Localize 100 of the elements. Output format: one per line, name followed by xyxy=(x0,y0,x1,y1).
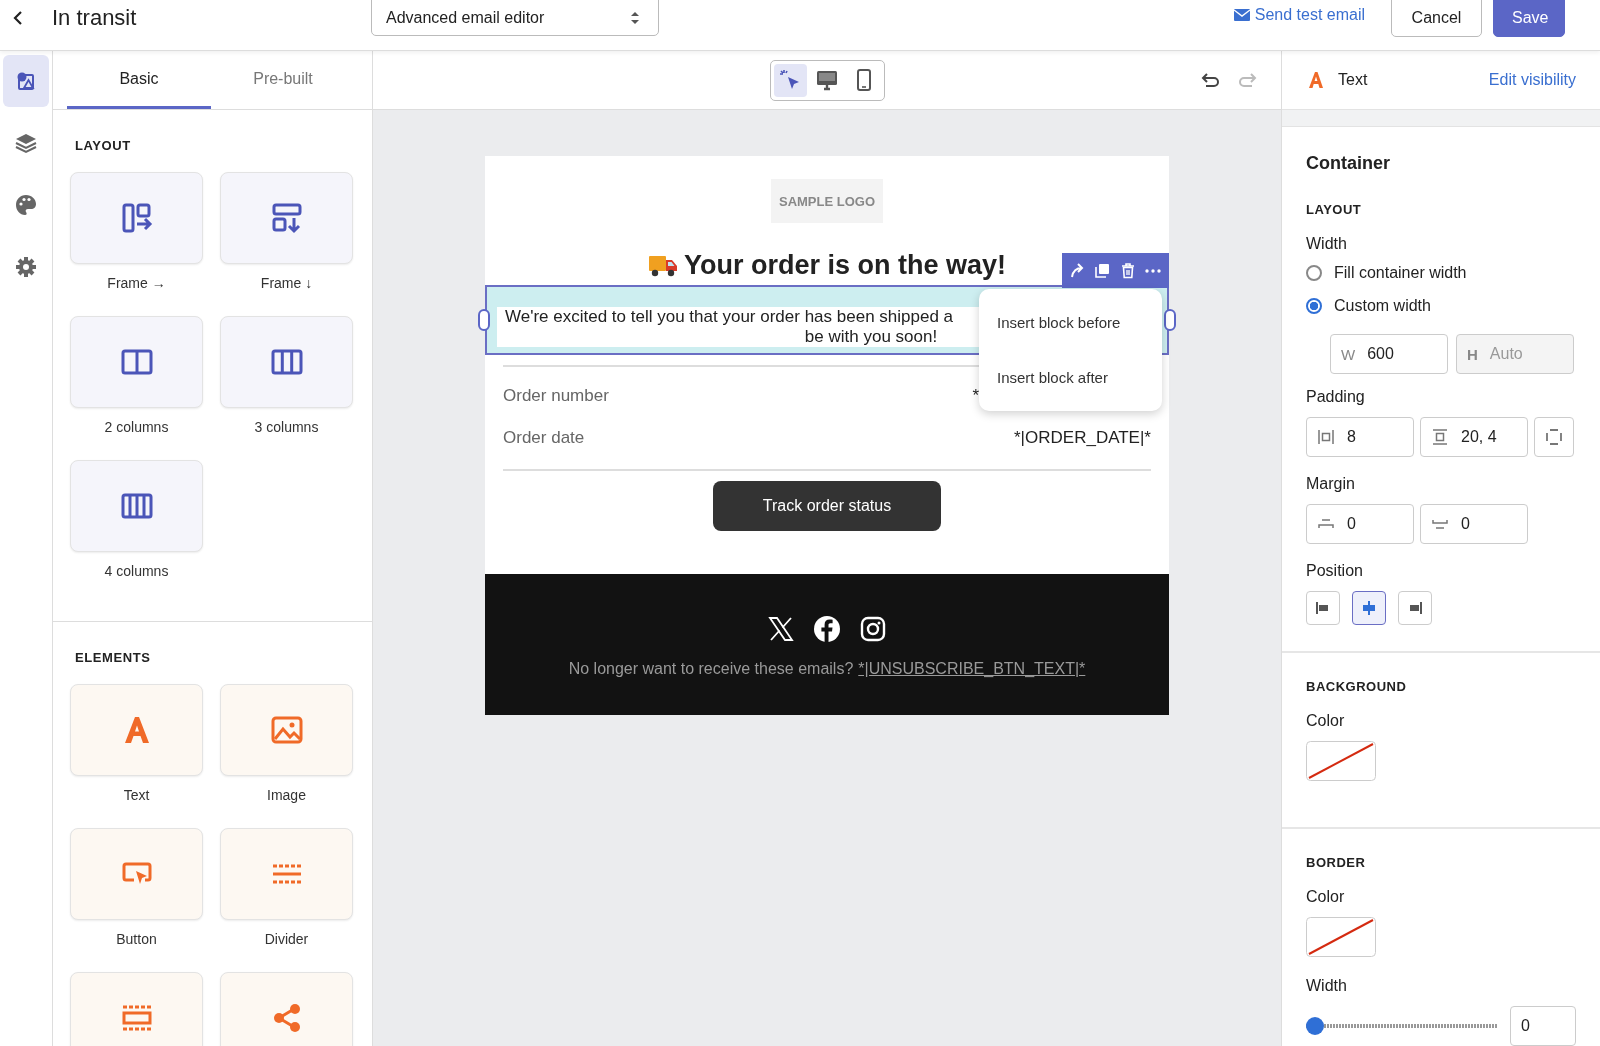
number-field[interactable]: 20, 4 xyxy=(1420,417,1528,457)
section-heading: LAYOUT xyxy=(75,138,132,153)
align-button[interactable] xyxy=(1306,591,1340,625)
resize-handle[interactable] xyxy=(478,309,490,331)
pointer-icon xyxy=(779,69,801,91)
block-tile[interactable] xyxy=(70,460,203,552)
section-title: Container xyxy=(1306,153,1391,174)
instagram-icon[interactable] xyxy=(860,616,886,642)
field-label: Position xyxy=(1306,562,1364,580)
width-field[interactable]: W 600 xyxy=(1330,334,1448,374)
block-tile[interactable] xyxy=(70,828,203,920)
field-prefix: W xyxy=(1341,345,1356,363)
field-value: 20, 4 xyxy=(1461,428,1497,446)
field-value: Auto xyxy=(1489,345,1523,363)
number-field[interactable]: 0 xyxy=(1306,504,1414,544)
empty-color-swatch[interactable] xyxy=(1306,741,1376,781)
field-label: Padding xyxy=(1306,388,1366,406)
field-label: Color xyxy=(1306,888,1346,906)
sides-icon xyxy=(1545,428,1563,446)
tile-label: Divider xyxy=(264,931,309,949)
tile-label: Frame → xyxy=(107,275,166,293)
tab[interactable]: Pre-built xyxy=(211,51,355,109)
empty-color-swatch[interactable] xyxy=(1306,917,1376,957)
image-icon xyxy=(270,714,303,746)
field-prefix: H xyxy=(1467,345,1478,363)
monitor-icon xyxy=(816,69,838,91)
sample-logo: SAMPLE LOGO xyxy=(771,179,883,223)
tile-label: 2 columns xyxy=(104,419,169,437)
field-value: 0 xyxy=(1461,515,1470,533)
track-order-button[interactable]: Track order status xyxy=(713,481,941,531)
field-value: 600 xyxy=(1367,345,1394,363)
align-button[interactable] xyxy=(1398,591,1432,625)
individual-sides-button[interactable] xyxy=(1534,417,1574,457)
facebook-icon[interactable] xyxy=(814,616,840,642)
field-value: 8 xyxy=(1347,428,1356,446)
settings-icon xyxy=(15,256,37,278)
field-value: 0 xyxy=(1521,1017,1530,1035)
cancel-button[interactable]: Cancel xyxy=(1391,0,1482,37)
email-heading: Your order is on the way! xyxy=(683,249,1007,281)
palette-icon xyxy=(15,194,37,216)
editor-select[interactable]: Advanced email editor xyxy=(371,0,659,36)
save-button[interactable]: Save xyxy=(1493,0,1565,37)
unsubscribe-link[interactable]: *|UNSUBSCRIBE_BTN_TEXT|* xyxy=(858,660,1086,678)
mail-icon xyxy=(1233,9,1250,21)
shapes-icon xyxy=(15,70,37,92)
slider-thumb[interactable] xyxy=(1306,1017,1324,1035)
tab[interactable]: Basic xyxy=(67,51,211,109)
block-tile[interactable] xyxy=(70,172,203,264)
frame-right-icon xyxy=(120,202,153,234)
resize-handle[interactable] xyxy=(1164,309,1176,331)
letter-a-icon xyxy=(1308,71,1324,89)
radio-button[interactable] xyxy=(1306,298,1322,314)
number-field[interactable]: 0 xyxy=(1510,1006,1576,1046)
section-heading: BORDER xyxy=(1306,855,1367,870)
block-tile[interactable] xyxy=(70,972,203,1046)
tile-label: 3 columns xyxy=(254,419,319,437)
detail-label: Order date xyxy=(503,428,585,448)
edit-visibility-link[interactable]: Edit visibility xyxy=(1488,71,1576,89)
undo-icon[interactable] xyxy=(1201,71,1221,89)
field-label: Color xyxy=(1306,712,1346,730)
number-field[interactable]: 0 xyxy=(1420,504,1528,544)
unsubscribe-prompt: No longer want to receive these emails? xyxy=(568,660,854,678)
block-tile[interactable] xyxy=(70,316,203,408)
tile-label: Button xyxy=(116,931,157,949)
tile-label: 4 columns xyxy=(104,563,169,581)
rail-button[interactable] xyxy=(3,55,49,107)
tile-label: Frame ↓ xyxy=(260,275,313,293)
menu-item[interactable]: Insert block before xyxy=(979,314,1162,331)
tile-label: Image xyxy=(267,787,306,805)
block-tile[interactable] xyxy=(220,172,353,264)
frame-down-icon xyxy=(270,202,303,234)
send-test-link[interactable]: Send test email xyxy=(1233,6,1365,24)
block-tile[interactable] xyxy=(220,828,353,920)
menu-item[interactable]: Insert block after xyxy=(979,369,1162,386)
detail-value: * xyxy=(972,386,979,406)
layers-icon xyxy=(15,132,37,154)
page-title: In transit xyxy=(52,5,137,31)
horizontal-padding-icon xyxy=(1317,428,1335,446)
view-mode-button[interactable] xyxy=(773,63,807,97)
tile-label: Text xyxy=(123,787,150,805)
intro-text: We're excited to tell you that your order has been shipped a xyxy=(505,307,954,327)
align-center-icon xyxy=(1360,599,1378,617)
radio-option[interactable]: Fill container width xyxy=(1306,264,1576,282)
field-label: Margin xyxy=(1306,475,1356,493)
x-logo-icon[interactable] xyxy=(768,616,794,642)
block-tile[interactable] xyxy=(220,972,353,1046)
section-heading: ELEMENTS xyxy=(75,650,152,665)
block-tile[interactable] xyxy=(220,316,353,408)
section-heading: BACKGROUND xyxy=(1306,679,1408,694)
field-value: 0 xyxy=(1347,515,1356,533)
block-tile[interactable] xyxy=(70,684,203,776)
radio-option[interactable]: Custom width xyxy=(1306,297,1576,315)
block-tile[interactable] xyxy=(220,684,353,776)
radio-button[interactable] xyxy=(1306,265,1322,281)
intro-text: be with you soon! xyxy=(804,327,938,347)
field-label: Width xyxy=(1306,235,1348,253)
number-field[interactable]: 8 xyxy=(1306,417,1414,457)
vertical-padding-icon xyxy=(1431,428,1449,446)
align-button[interactable] xyxy=(1352,591,1386,625)
section-heading: LAYOUT xyxy=(1306,202,1363,217)
